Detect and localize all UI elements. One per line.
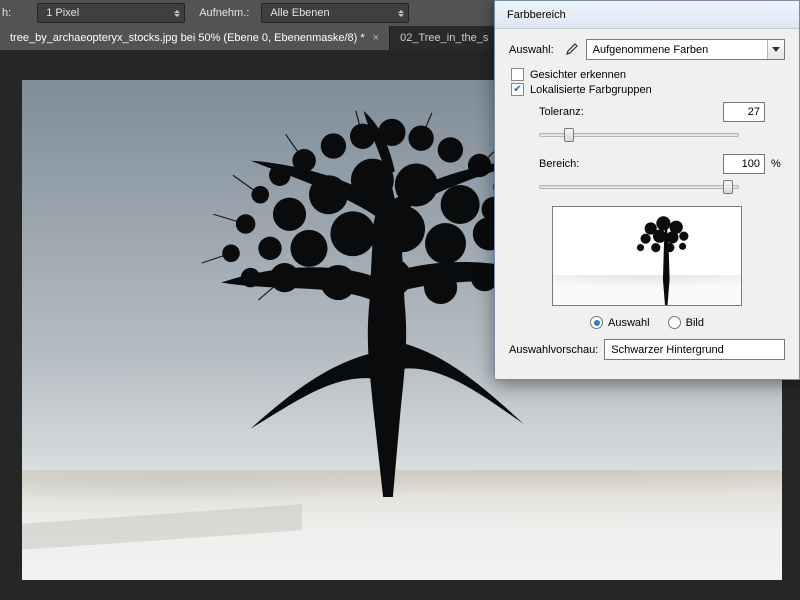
tolerance-label: Toleranz: bbox=[539, 106, 599, 118]
range-slider[interactable] bbox=[539, 178, 739, 196]
radio-icon bbox=[668, 316, 681, 329]
selection-value: Aufgenommene Farben bbox=[593, 44, 767, 56]
stepper-icon bbox=[174, 10, 180, 17]
radio-image-label: Bild bbox=[686, 317, 704, 329]
document-tab[interactable]: 02_Tree_in_the_s bbox=[390, 26, 499, 50]
selection-label: Auswahl: bbox=[509, 44, 554, 56]
tab-title: tree_by_archaeopteryx_stocks.jpg bei 50%… bbox=[10, 32, 365, 44]
detect-faces-checkbox[interactable] bbox=[511, 68, 524, 81]
dialog-body: Auswahl: Aufgenommene Farben Gesichter e… bbox=[495, 29, 799, 372]
radio-selection-label: Auswahl bbox=[608, 317, 650, 329]
radio-image[interactable]: Bild bbox=[668, 316, 704, 329]
localized-colors-label: Lokalisierte Farbgruppen bbox=[530, 84, 652, 96]
range-label: Bereich: bbox=[539, 158, 599, 170]
radio-selection[interactable]: Auswahl bbox=[590, 316, 650, 329]
range-unit: % bbox=[771, 158, 785, 170]
detect-faces-label: Gesichter erkennen bbox=[530, 69, 626, 81]
range-input[interactable] bbox=[723, 154, 765, 174]
tolerance-input[interactable] bbox=[723, 102, 765, 122]
pixel-size-select[interactable]: 1 Pixel bbox=[37, 3, 185, 23]
localized-colors-checkbox[interactable] bbox=[511, 83, 524, 96]
tree-icon bbox=[611, 206, 721, 305]
document-tab[interactable]: tree_by_archaeopteryx_stocks.jpg bei 50%… bbox=[0, 26, 390, 50]
chevron-down-icon[interactable] bbox=[767, 40, 784, 59]
preview-dropdown[interactable]: Schwarzer Hintergrund bbox=[604, 339, 785, 360]
pixel-size-value: 1 Pixel bbox=[46, 7, 79, 19]
preview-value: Schwarzer Hintergrund bbox=[611, 344, 784, 356]
slider-thumb[interactable] bbox=[564, 128, 574, 142]
eyedropper-icon[interactable] bbox=[562, 41, 580, 59]
selection-dropdown[interactable]: Aufgenommene Farben bbox=[586, 39, 785, 60]
tolerance-slider[interactable] bbox=[539, 126, 739, 144]
tab-title: 02_Tree_in_the_s bbox=[400, 32, 488, 44]
dialog-titlebar[interactable]: Farbbereich bbox=[495, 1, 799, 29]
radio-icon bbox=[590, 316, 603, 329]
stepper-icon bbox=[398, 10, 404, 17]
aufnehmen-label: Aufnehm.: bbox=[199, 7, 249, 19]
preview-label: Auswahlvorschau: bbox=[509, 344, 598, 356]
slider-thumb[interactable] bbox=[723, 180, 733, 194]
layers-select[interactable]: Alle Ebenen bbox=[261, 3, 409, 23]
dialog-title: Farbbereich bbox=[507, 9, 566, 21]
selection-preview bbox=[552, 206, 742, 306]
options-label-left: h: bbox=[2, 7, 11, 19]
close-icon[interactable]: × bbox=[373, 32, 379, 44]
color-range-dialog: Farbbereich Auswahl: Aufgenommene Farben… bbox=[494, 0, 800, 380]
layers-value: Alle Ebenen bbox=[270, 7, 329, 19]
